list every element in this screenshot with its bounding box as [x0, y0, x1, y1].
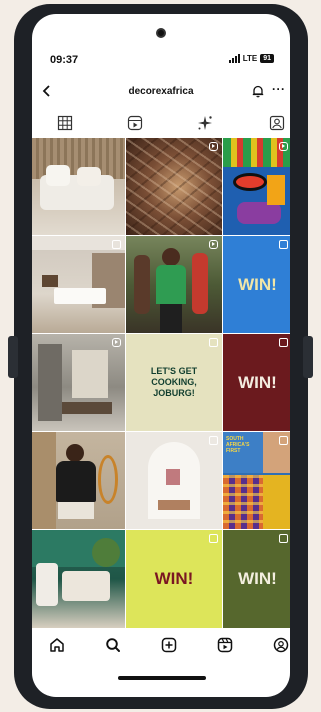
- bottom-navigation: [32, 628, 290, 662]
- post-caption: WIN!: [238, 372, 277, 392]
- post-tile[interactable]: SOUTH AFRICA'S FIRST: [223, 432, 290, 529]
- notifications-bell-icon[interactable]: [251, 84, 265, 98]
- post-caption: SOUTH AFRICA'S FIRST: [226, 436, 250, 454]
- signal-icon: [228, 54, 240, 63]
- post-tile[interactable]: [32, 334, 125, 431]
- reels-icon[interactable]: [216, 636, 234, 654]
- status-bar: 09:37 LTE 91: [32, 54, 290, 68]
- post-tile[interactable]: [32, 432, 125, 529]
- post-caption: LET'S GET COOKING, JOBURG!: [150, 366, 198, 398]
- tab-tagged-icon[interactable]: [268, 114, 286, 132]
- search-icon[interactable]: [104, 636, 122, 654]
- post-tile[interactable]: [32, 138, 125, 235]
- reel-badge-icon: [209, 142, 218, 151]
- reel-badge-icon: [209, 240, 218, 249]
- multi-post-badge-icon: [209, 338, 218, 347]
- post-tile[interactable]: WIN!: [223, 334, 290, 431]
- post-tile[interactable]: [223, 138, 290, 235]
- front-camera: [156, 28, 166, 38]
- multi-post-badge-icon: [209, 534, 218, 543]
- post-tile[interactable]: [32, 236, 125, 333]
- post-tile[interactable]: WIN!: [126, 530, 222, 628]
- reel-badge-icon: [279, 142, 288, 151]
- multi-post-badge-icon: [112, 240, 121, 249]
- post-caption: WIN!: [238, 274, 277, 294]
- multi-post-badge-icon: [279, 534, 288, 543]
- posts-grid: WIN! LET'S GET COOKING, JOBURG! WIN! SOU…: [32, 138, 290, 628]
- tab-reels-icon[interactable]: [126, 114, 144, 132]
- phone-hinge-left: [8, 336, 18, 378]
- network-label: LTE: [242, 54, 258, 63]
- tab-sparkle-icon[interactable]: [196, 114, 214, 132]
- phone-hinge-right: [303, 336, 313, 378]
- post-tile[interactable]: [126, 236, 222, 333]
- create-post-icon[interactable]: [160, 636, 178, 654]
- phone-screen: 09:37 LTE 91 decorexafrica ··· WIN! LET'…: [32, 14, 290, 697]
- profile-tabs: [32, 110, 290, 136]
- battery-icon: 91: [260, 54, 274, 63]
- profile-header: decorexafrica ···: [32, 82, 290, 102]
- post-caption: WIN!: [238, 569, 277, 588]
- more-options-icon[interactable]: ···: [272, 82, 286, 96]
- post-tile[interactable]: LET'S GET COOKING, JOBURG!: [126, 334, 222, 431]
- post-tile[interactable]: [126, 138, 222, 235]
- multi-post-badge-icon: [209, 436, 218, 445]
- profile-avatar-icon[interactable]: [272, 636, 290, 654]
- multi-post-badge-icon: [279, 436, 288, 445]
- post-caption: WIN!: [154, 569, 194, 588]
- status-indicators: LTE 91: [228, 54, 274, 63]
- post-tile[interactable]: [126, 432, 222, 529]
- post-tile[interactable]: WIN!: [223, 236, 290, 333]
- tab-grid-icon[interactable]: [56, 114, 74, 132]
- home-icon[interactable]: [48, 636, 66, 654]
- multi-post-badge-icon: [279, 338, 288, 347]
- home-indicator-bar[interactable]: [118, 676, 206, 680]
- reel-badge-icon: [112, 338, 121, 347]
- status-time: 09:37: [50, 54, 79, 66]
- post-tile[interactable]: WIN!: [223, 530, 290, 628]
- multi-post-badge-icon: [279, 240, 288, 249]
- post-tile[interactable]: [32, 530, 125, 628]
